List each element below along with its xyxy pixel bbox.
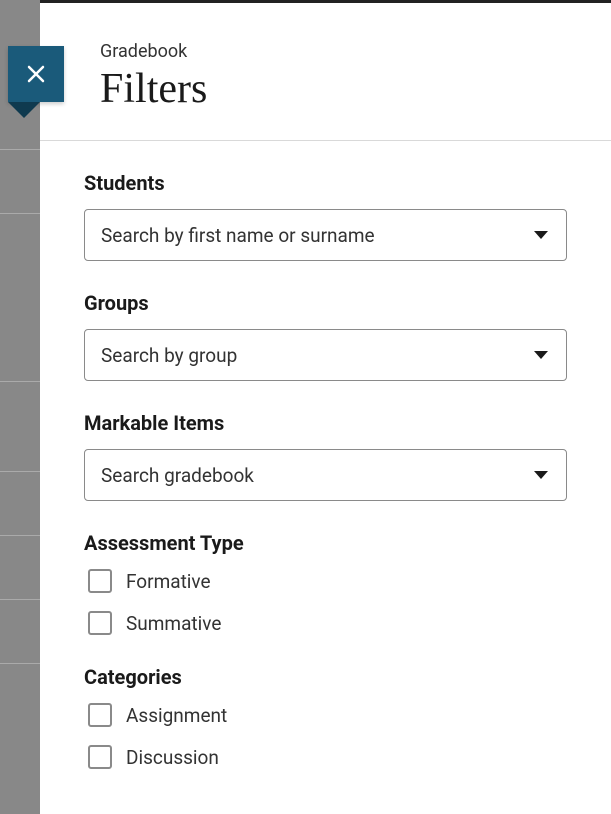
groups-select-placeholder: Search by group — [101, 344, 237, 367]
summative-checkbox-label: Summative — [126, 612, 221, 635]
summative-checkbox-row[interactable]: Summative — [88, 611, 567, 635]
assignment-checkbox-row[interactable]: Assignment — [88, 703, 567, 727]
categories-field-group: Categories Assignment Discussion — [84, 665, 567, 769]
checkbox-box — [88, 569, 112, 593]
close-button[interactable] — [8, 46, 64, 102]
chevron-down-icon — [534, 471, 548, 479]
markable-items-select[interactable]: Search gradebook — [84, 449, 567, 501]
groups-label: Groups — [84, 291, 567, 315]
markable-items-select-placeholder: Search gradebook — [101, 464, 254, 487]
panel-content: Students Search by first name or surname… — [40, 141, 611, 814]
close-icon — [24, 62, 48, 86]
breadcrumb: Gradebook — [100, 41, 567, 62]
groups-select[interactable]: Search by group — [84, 329, 567, 381]
groups-field-group: Groups Search by group — [84, 291, 567, 381]
markable-items-field-group: Markable Items Search gradebook — [84, 411, 567, 501]
formative-checkbox-row[interactable]: Formative — [88, 569, 567, 593]
chevron-down-icon — [534, 231, 548, 239]
discussion-checkbox-row[interactable]: Discussion — [88, 745, 567, 769]
discussion-checkbox-label: Discussion — [126, 746, 219, 769]
checkbox-box — [88, 703, 112, 727]
markable-items-label: Markable Items — [84, 411, 567, 435]
chevron-down-icon — [534, 351, 548, 359]
backdrop-obscured-content — [0, 0, 40, 814]
formative-checkbox-label: Formative — [126, 570, 211, 593]
filters-panel: Gradebook Filters Students Search by fir… — [40, 0, 611, 814]
assessment-type-field-group: Assessment Type Formative Summative — [84, 531, 567, 635]
assessment-type-label: Assessment Type — [84, 531, 567, 555]
students-select-placeholder: Search by first name or surname — [101, 224, 375, 247]
checkbox-box — [88, 745, 112, 769]
panel-header: Gradebook Filters — [40, 3, 611, 141]
categories-label: Categories — [84, 665, 567, 689]
checkbox-box — [88, 611, 112, 635]
students-select[interactable]: Search by first name or surname — [84, 209, 567, 261]
students-label: Students — [84, 171, 567, 195]
students-field-group: Students Search by first name or surname — [84, 171, 567, 261]
page-title: Filters — [100, 66, 567, 112]
assignment-checkbox-label: Assignment — [126, 704, 227, 727]
